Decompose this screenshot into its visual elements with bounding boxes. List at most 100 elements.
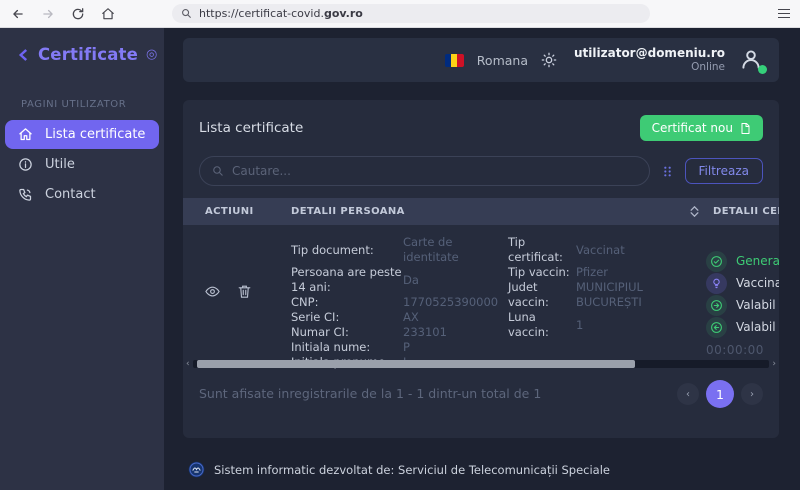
detail-label: Tip document: <box>291 243 403 258</box>
reload-icon[interactable] <box>70 6 86 22</box>
search-input[interactable] <box>232 164 637 178</box>
app-logo: Certificate ◎ <box>0 28 164 64</box>
next-page-button[interactable]: › <box>741 383 763 405</box>
scroll-left-icon[interactable]: ‹ <box>186 360 190 369</box>
detail-label: Tip vaccin: <box>508 265 576 280</box>
search-box[interactable] <box>199 156 650 186</box>
detail-label: Numar CI: <box>291 325 403 340</box>
pagination: ‹ 1 › <box>677 380 763 408</box>
sidebar-item-label: Lista certificate <box>45 127 145 142</box>
column-certificate: DETALII CERTIFICAT <box>713 206 779 217</box>
current-page-button[interactable]: 1 <box>706 380 734 408</box>
status-badge: Generat c <box>706 250 779 272</box>
sidebar-item-contact[interactable]: Contact <box>5 180 159 209</box>
horizontal-scrollbar: ‹ › <box>183 359 779 369</box>
detail-value: Carte de identitate <box>403 235 508 265</box>
language-label[interactable]: Romana <box>477 53 528 68</box>
status-badge: Vaccinat <box>706 272 779 294</box>
sidebar-section-label: PAGINI UTILIZATOR <box>21 99 164 110</box>
certificate-details: Tip certificat:Vaccinat Tip vaccin:Pfize… <box>508 233 706 359</box>
sidebar-nav: Lista certificate Utile Contact <box>0 120 164 209</box>
user-email: utilizator@domeniu.ro <box>574 46 725 61</box>
badge-label: Generat c <box>736 254 779 268</box>
detail-value: Vaccinat <box>576 243 706 258</box>
main-content: Romana utilizator@domeniu.ro Online List… <box>164 28 800 490</box>
footer-text: Sistem informatic dezvoltat de: Serviciu… <box>214 463 610 477</box>
user-info: utilizator@domeniu.ro Online <box>574 46 725 74</box>
browser-toolbar: https://certificat-covid.gov.ro <box>0 0 800 28</box>
new-certificate-label: Certificat nou <box>652 121 733 135</box>
certificate-status-badges: Generat c Vaccinat Valabil <box>706 233 779 359</box>
scrollbar-track[interactable] <box>193 360 770 368</box>
sidebar-item-label: Utile <box>45 157 75 172</box>
app-title: Certificate <box>38 45 138 64</box>
detail-label: CNP: <box>291 295 403 310</box>
forward-icon[interactable] <box>40 6 56 22</box>
table-row: Tip document:Carte de identitate Persoan… <box>183 225 779 359</box>
scrollbar-thumb[interactable] <box>197 360 635 368</box>
badge-label: Valabil de <box>736 298 779 312</box>
detail-label: Initiala nume: <box>291 340 403 355</box>
column-actions: ACTIUNI <box>205 206 291 217</box>
sort-icon[interactable] <box>690 206 699 217</box>
validity-timer: 00:00:00 <box>706 343 779 357</box>
romania-flag-icon[interactable] <box>445 54 464 67</box>
theme-toggle-sun-icon[interactable] <box>541 52 557 68</box>
person-details: Tip document:Carte de identitate Persoan… <box>291 233 508 359</box>
detail-label: Tip certificat: <box>508 235 576 265</box>
sidebar-item-utile[interactable]: Utile <box>5 150 159 179</box>
phone-icon <box>18 187 33 202</box>
status-badge: Valabil de <box>706 294 779 316</box>
page-footer: Sistem informatic dezvoltat de: Serviciu… <box>183 461 779 478</box>
table-header: ACTIUNI DETALII PERSOANA DETALII CERTIFI… <box>183 198 779 225</box>
row-actions <box>205 233 291 359</box>
sidebar-item-lista-certificate[interactable]: Lista certificate <box>5 120 159 149</box>
home-icon <box>18 127 33 142</box>
arrow-circle-left-icon <box>706 317 727 338</box>
avatar[interactable] <box>738 46 766 74</box>
online-status-dot <box>758 65 767 74</box>
document-icon <box>739 122 751 135</box>
records-summary: Sunt afisate inregistrarile de la 1 - 1 … <box>199 385 677 403</box>
sts-logo <box>188 461 205 478</box>
sidebar-item-label: Contact <box>45 187 96 202</box>
detail-value: 1770525390000 <box>403 295 508 310</box>
view-eye-icon[interactable] <box>205 284 220 299</box>
detail-value: 233101 <box>403 325 508 340</box>
chevron-left-icon <box>16 47 30 63</box>
address-bar[interactable]: https://certificat-covid.gov.ro <box>172 4 650 23</box>
column-person: DETALII PERSOANA <box>291 206 713 217</box>
search-icon <box>181 8 192 19</box>
new-certificate-button[interactable]: Certificat nou <box>640 115 763 141</box>
columns-grid-icon[interactable] <box>661 165 674 178</box>
detail-value: 1 <box>576 318 706 333</box>
back-icon[interactable] <box>10 6 26 22</box>
panel-title: Lista certificate <box>199 120 303 136</box>
badge-label: Valabil pa <box>736 320 779 334</box>
browser-window: https://certificat-covid.gov.ro Certific… <box>0 0 800 490</box>
sidebar-toggle-icon[interactable]: ◎ <box>146 48 157 61</box>
badge-label: Vaccinat <box>736 276 779 290</box>
detail-value: Da <box>403 273 508 288</box>
filter-button[interactable]: Filtreaza <box>685 158 763 184</box>
arrow-circle-right-icon <box>706 295 727 316</box>
delete-trash-icon[interactable] <box>237 284 252 299</box>
vaccine-icon <box>706 273 727 294</box>
search-icon <box>212 165 224 177</box>
detail-label: Luna vaccin: <box>508 310 576 340</box>
status-badge: Valabil pa <box>706 316 779 338</box>
prev-page-button[interactable]: ‹ <box>677 383 699 405</box>
detail-value: Pfizer <box>576 265 706 280</box>
url-text: https://certificat-covid.gov.ro <box>199 7 363 20</box>
detail-label: Judet vaccin: <box>508 280 576 310</box>
sidebar: Certificate ◎ PAGINI UTILIZATOR Lista ce… <box>0 28 164 490</box>
detail-value: AX <box>403 310 508 325</box>
column-person-label: DETALII PERSOANA <box>291 206 405 217</box>
detail-value: MUNICIPIUL BUCUREȘTI <box>576 280 706 310</box>
home-icon[interactable] <box>100 6 116 22</box>
menu-icon[interactable] <box>778 9 790 19</box>
detail-label: Serie CI: <box>291 310 403 325</box>
info-icon <box>18 157 33 172</box>
scroll-right-icon[interactable]: › <box>772 360 776 369</box>
detail-value: P <box>403 340 508 355</box>
